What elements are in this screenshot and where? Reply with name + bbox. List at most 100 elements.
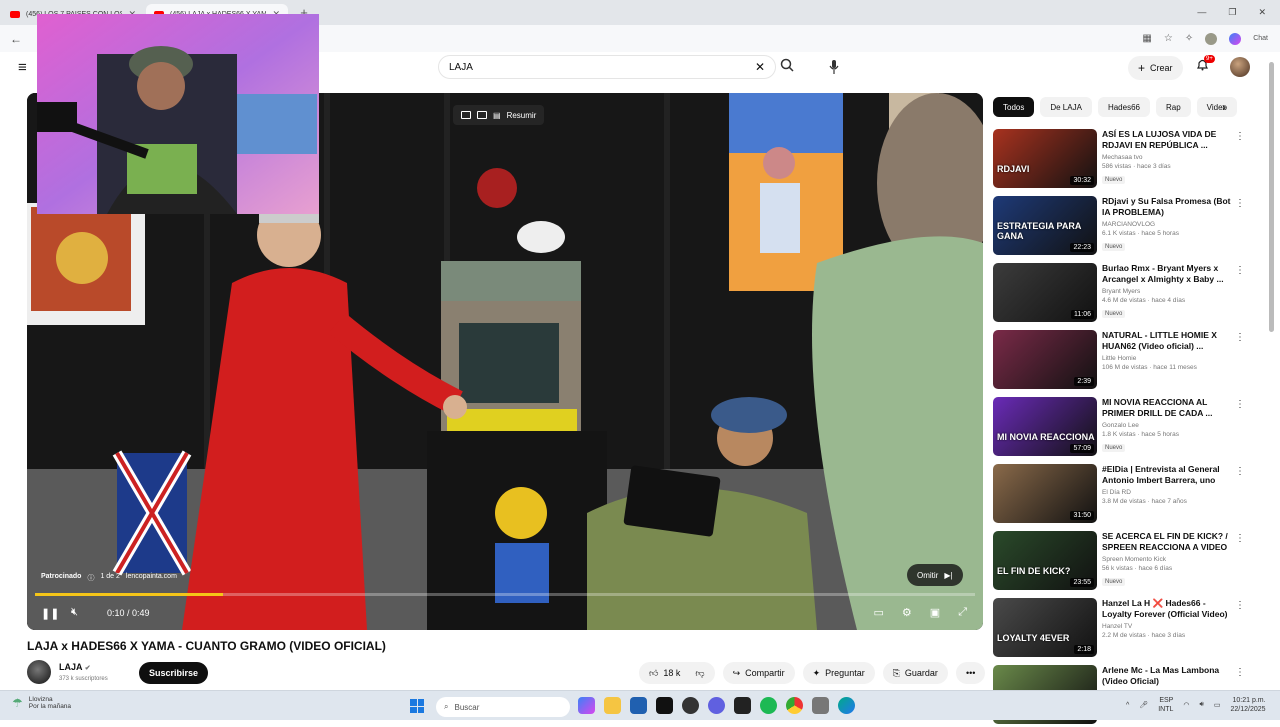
channel-name[interactable]: Little Homie — [1102, 355, 1232, 362]
video-thumbnail[interactable]: 31:50 — [993, 464, 1097, 523]
recommended-video[interactable]: MI NOVIA REACCIONA 57:09 MI NOVIA REACCION… — [993, 397, 1251, 459]
video-title[interactable]: Arlene Mc - La Mas Lambona (Video Oficia… — [1102, 665, 1232, 687]
miniplayer-icon[interactable] — [461, 111, 471, 119]
recommended-video[interactable]: 31:50 #ElDia | Entrevista al General Anto… — [993, 464, 1251, 526]
screenshot-icon[interactable] — [477, 111, 487, 119]
ask-button[interactable]: ✦ Preguntar — [802, 662, 875, 684]
video-title[interactable]: #ElDia | Entrevista al General Antonio I… — [1102, 464, 1232, 486]
kebab-menu-icon[interactable]: ⋮ — [1235, 466, 1245, 477]
recommended-video[interactable]: LOYALTY 4EVER 2:18 Hanzel La H ❌ Hades66 -… — [993, 598, 1251, 660]
channel-name[interactable]: Hanzel TV — [1102, 623, 1232, 630]
subtitles-icon[interactable]: ▭ — [874, 606, 884, 619]
settings-gear-icon[interactable]: ⚙ — [902, 606, 912, 619]
chip-todos[interactable]: Todos — [993, 97, 1035, 117]
volume-icon[interactable]: 🔊︎ — [1199, 701, 1203, 709]
chip-hades66[interactable]: Hades66 — [1097, 97, 1150, 117]
video-thumbnail[interactable]: EL FIN DE KICK? 23:55 — [993, 531, 1097, 590]
wifi-icon[interactable]: ◠ — [1183, 701, 1189, 709]
pause-icon[interactable]: ❚❚ — [41, 607, 59, 620]
copilot-app-icon[interactable] — [578, 697, 595, 714]
video-thumbnail[interactable]: LOYALTY 4EVER 2:18 — [993, 598, 1097, 657]
video-title[interactable]: Hanzel La H ❌ Hades66 - Loyalty Forever … — [1102, 598, 1232, 620]
video-title[interactable]: NATURAL - LITTLE HOMIE X HUAN62 (Video o… — [1102, 330, 1232, 352]
more-actions-button[interactable]: ••• — [955, 662, 986, 684]
file-explorer-icon[interactable] — [604, 697, 621, 714]
share-button[interactable]: ↪ Compartir — [722, 662, 795, 684]
search-input[interactable]: LAJA ✕ — [438, 55, 776, 79]
chat-label[interactable]: Chat — [1253, 35, 1268, 42]
microphone-icon[interactable] — [826, 57, 842, 77]
video-thumbnail[interactable]: MI NOVIA REACCIONA 57:09 — [993, 397, 1097, 456]
fullscreen-icon[interactable]: ⤢ — [958, 606, 967, 619]
kebab-menu-icon[interactable]: ⋮ — [1235, 332, 1245, 343]
edge-icon[interactable] — [838, 697, 855, 714]
chrome-icon[interactable] — [786, 697, 803, 714]
discord-icon[interactable] — [708, 697, 725, 714]
channel-name[interactable]: Spreen Momento Kick — [1102, 556, 1232, 563]
clock[interactable]: 10:21 p.m. 22/12/2025 — [1231, 696, 1266, 714]
back-arrow-icon[interactable]: ← — [10, 32, 22, 46]
video-title[interactable]: RDjavi y Su Falsa Promesa (Bot IA PROBLE… — [1102, 196, 1232, 218]
kebab-menu-icon[interactable]: ⋮ — [1235, 131, 1245, 142]
kebab-menu-icon[interactable]: ⋮ — [1235, 533, 1245, 544]
video-thumbnail[interactable]: RDJAVI 30:32 — [993, 129, 1097, 188]
channel-name[interactable]: Bryant Myers — [1102, 288, 1232, 295]
chip-de-laja[interactable]: De LAJA — [1040, 97, 1092, 117]
recommended-video[interactable]: 2:39 NATURAL - LITTLE HOMIE X HUAN62 (Vid… — [993, 330, 1251, 392]
create-button[interactable]: + Crear — [1128, 56, 1183, 80]
windows-start-icon[interactable] — [410, 699, 424, 713]
channel-name[interactable]: Gonzalo Lee — [1102, 422, 1232, 429]
store-icon[interactable] — [630, 697, 647, 714]
video-thumbnail[interactable]: 11:06 — [993, 263, 1097, 322]
recommended-video[interactable]: EL FIN DE KICK? 23:55 SE ACERCA EL FIN DE … — [993, 531, 1251, 593]
kebab-menu-icon[interactable]: ⋮ — [1235, 198, 1245, 209]
avatar[interactable] — [1230, 57, 1250, 77]
scrollbar[interactable] — [1269, 62, 1274, 332]
progress-bar[interactable] — [35, 593, 975, 596]
video-thumbnail[interactable]: 2:39 — [993, 330, 1097, 389]
channel-name[interactable]: Mechasaa tvo — [1102, 154, 1232, 161]
channel-name[interactable]: MARCIANOVLOG — [1102, 221, 1232, 228]
channel-name[interactable]: El Día RD — [1102, 489, 1232, 496]
recommended-video[interactable]: ESTRATEGIA PARA GANA 22:23 RDjavi y Su Fal… — [993, 196, 1251, 258]
video-title[interactable]: SE ACERCA EL FIN DE KICK? / SPREEN REACC… — [1102, 531, 1232, 553]
profile-icon[interactable] — [1205, 32, 1218, 45]
summary-icon[interactable]: ▤ — [493, 111, 501, 120]
summary-label[interactable]: Resumir — [507, 111, 537, 120]
capcut-icon[interactable] — [656, 697, 673, 714]
mute-icon[interactable]: 🔇︎ — [71, 606, 78, 619]
channel-avatar[interactable] — [27, 660, 51, 684]
kebab-menu-icon[interactable]: ⋮ — [1235, 600, 1245, 611]
star-icon[interactable]: ☆ — [1164, 33, 1173, 44]
apps-icon[interactable]: ▦ — [1142, 33, 1151, 44]
menu-icon[interactable]: ≡ — [18, 59, 27, 76]
save-button[interactable]: ⎘ Guardar — [882, 662, 948, 684]
maximize-icon[interactable]: ❐ — [1228, 7, 1236, 18]
recommended-video[interactable]: 11:06 Burlao Rmx - Bryant Myers x Arcange… — [993, 263, 1251, 325]
channel-name[interactable]: LAJA ✔ — [59, 662, 91, 672]
obs-icon[interactable] — [682, 697, 699, 714]
thumbs-down-icon[interactable]: 👎︎ — [695, 668, 704, 679]
subscribe-button[interactable]: Suscribirse — [139, 662, 209, 684]
recording-icon[interactable] — [734, 697, 751, 714]
chip-video[interactable]: Video — [1196, 97, 1237, 117]
theater-mode-icon[interactable]: ▣ — [930, 606, 940, 619]
close-icon[interactable]: ✕ — [1258, 7, 1266, 18]
info-icon[interactable]: ⓘ — [87, 573, 94, 583]
video-title[interactable]: Burlao Rmx - Bryant Myers x Arcangel x A… — [1102, 263, 1232, 285]
video-thumbnail[interactable]: ESTRATEGIA PARA GANA 22:23 — [993, 196, 1097, 255]
like-count[interactable]: 18 k — [663, 668, 680, 678]
chevron-right-icon[interactable]: › — [1222, 100, 1226, 114]
video-title[interactable]: ASÍ ES LA LUJOSA VIDA DE RDJAVI EN REPÚB… — [1102, 129, 1232, 151]
taskbar-search-input[interactable]: ⌕ Buscar — [436, 697, 570, 717]
thumbs-up-icon[interactable]: 👍︎ — [649, 668, 658, 679]
settings-app-icon[interactable] — [812, 697, 829, 714]
ad-domain[interactable]: lencopainta.com — [126, 573, 177, 583]
keyboard-language[interactable]: ESP INTL — [1158, 696, 1173, 714]
video-title[interactable]: MI NOVIA REACCIONA AL PRIMER DRILL DE CA… — [1102, 397, 1232, 419]
search-icon[interactable] — [780, 58, 794, 75]
battery-icon[interactable]: ▭ — [1214, 701, 1221, 709]
skip-ad-button[interactable]: Omitir ▶| — [907, 564, 963, 586]
extensions-icon[interactable]: ✧ — [1185, 33, 1193, 44]
mic-icon[interactable]: 🎤︎ — [1139, 701, 1148, 709]
